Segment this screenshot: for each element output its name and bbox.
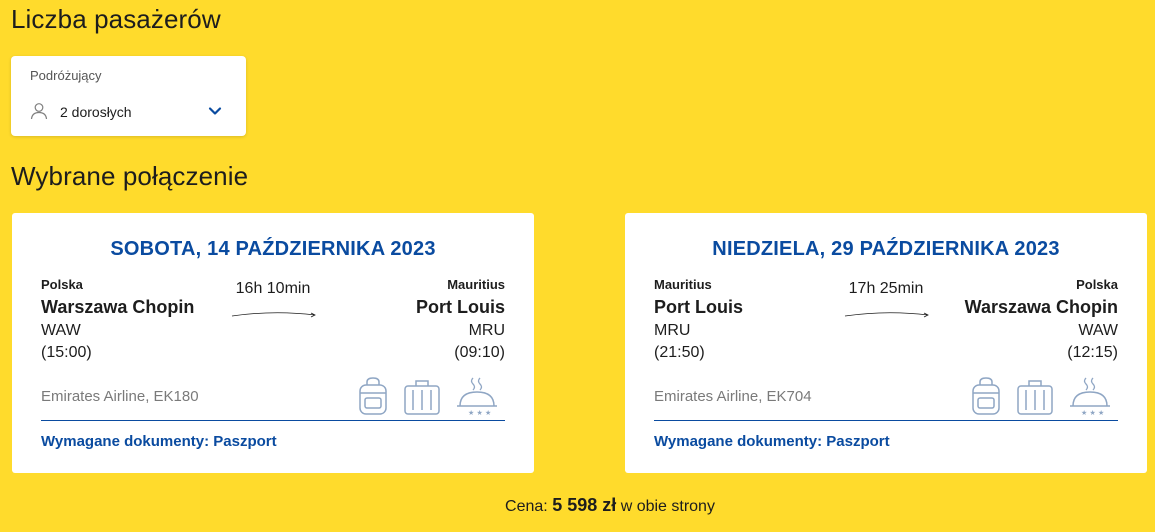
passengers-dropdown[interactable]: Podróżujący 2 dorosłych xyxy=(11,56,246,136)
price-summary: Cena: 5 598 zł w obie strony xyxy=(0,495,1155,516)
svg-text:★ ★ ★: ★ ★ ★ xyxy=(1081,409,1104,416)
origin-airport: Warszawa Chopin xyxy=(41,297,195,317)
return-destination: Polska Warszawa Chopin WAW (12:15) xyxy=(965,277,1118,364)
destination-code: MRU xyxy=(468,322,505,339)
arrival-time: (09:10) xyxy=(454,344,505,361)
flight-arrow-icon xyxy=(231,312,316,318)
required-documents-link[interactable]: Wymagane dokumenty: Paszport xyxy=(41,433,277,450)
destination-country: Polska xyxy=(1076,277,1118,292)
origin-code: MRU xyxy=(654,322,691,339)
svg-text:★ ★ ★: ★ ★ ★ xyxy=(468,409,491,416)
airline-info: Emirates Airline, EK704 xyxy=(654,388,812,405)
backpack-icon xyxy=(972,377,1000,415)
connection-title: Wybrane połączenie xyxy=(11,161,249,191)
passengers-title: Liczba pasażerów xyxy=(11,4,221,34)
destination-airport: Warszawa Chopin xyxy=(964,297,1118,317)
passengers-field-label: Podróżujący xyxy=(30,68,102,83)
origin-airport: Port Louis xyxy=(654,297,743,317)
passengers-value: 2 dorosłych xyxy=(60,104,132,120)
arrival-time: (12:15) xyxy=(1067,344,1118,361)
outbound-destination: Mauritius Port Louis MRU (09:10) xyxy=(416,277,505,364)
outbound-flight-card: SOBOTA, 14 PAŹDZIERNIKA 2023 Polska Wars… xyxy=(12,213,534,473)
departure-time: (15:00) xyxy=(41,344,92,361)
divider xyxy=(654,420,1118,421)
user-icon xyxy=(30,103,48,120)
airline-info: Emirates Airline, EK180 xyxy=(41,388,199,405)
return-flight-card: NIEDZIELA, 29 PAŹDZIERNIKA 2023 Mauritiu… xyxy=(625,213,1147,473)
chevron-down-icon[interactable] xyxy=(208,106,222,116)
required-documents-link[interactable]: Wymagane dokumenty: Paszport xyxy=(654,433,890,450)
meal-icon: ★ ★ ★ xyxy=(1070,377,1110,416)
outbound-date: SOBOTA, 14 PAŹDZIERNIKA 2023 xyxy=(110,238,436,260)
meal-icon: ★ ★ ★ xyxy=(457,377,497,416)
destination-code: WAW xyxy=(1078,322,1118,339)
suitcase-icon xyxy=(404,380,440,415)
suitcase-icon xyxy=(1017,380,1053,415)
departure-time: (21:50) xyxy=(654,344,705,361)
return-date: NIEDZIELA, 29 PAŹDZIERNIKA 2023 xyxy=(712,238,1060,260)
divider xyxy=(41,420,505,421)
price-amount: 5 598 zł xyxy=(552,495,617,515)
origin-code: WAW xyxy=(41,322,81,339)
destination-country: Mauritius xyxy=(447,277,505,292)
price-label: Cena: xyxy=(505,498,548,515)
destination-airport: Port Louis xyxy=(416,297,505,317)
backpack-icon xyxy=(359,377,387,415)
flight-arrow-icon xyxy=(844,312,929,318)
price-suffix: w obie strony xyxy=(620,498,715,515)
